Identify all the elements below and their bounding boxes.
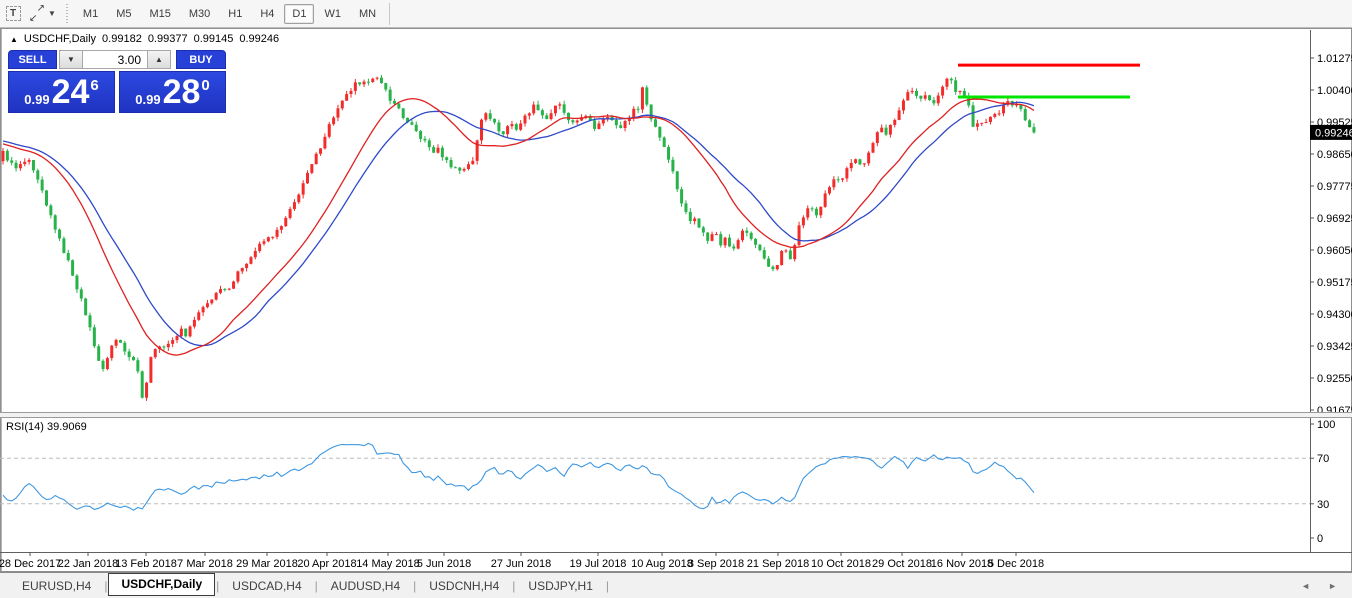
chart-tab-eurusd-h4[interactable]: EURUSD,H4 [10, 576, 103, 596]
chart-tab-usdcad-h4[interactable]: USDCAD,H4 [220, 576, 313, 596]
timeframe-button-m1[interactable]: M1 [75, 4, 106, 24]
chart-tab-usdcnh-h4[interactable]: USDCNH,H4 [417, 576, 511, 596]
date-axis[interactable] [0, 552, 1310, 572]
sell-button[interactable]: SELL [8, 50, 57, 69]
rsi-indicator-label: RSI(14) 39.9069 [6, 421, 87, 433]
sell-price-sup: 6 [90, 77, 98, 94]
price-axis[interactable] [1310, 30, 1352, 552]
timeframe-button-d1[interactable]: D1 [284, 4, 314, 24]
rsi-value: 39.9069 [47, 421, 87, 433]
symbol-label: USDCHF,Daily [24, 33, 96, 45]
ohlc-low: 0.99145 [194, 33, 234, 45]
one-click-trade-panel: SELL ▼ ▲ BUY 0.99 24 6 0.99 28 0 [8, 50, 226, 113]
ma-slow-line [3, 102, 1034, 345]
timeframe-button-m5[interactable]: M5 [108, 4, 139, 24]
tab-scroll-right-icon[interactable]: ► [1319, 581, 1346, 591]
pane-splitter[interactable] [0, 412, 1352, 418]
dropdown-caret-icon[interactable]: ▼ [48, 9, 56, 18]
text-tool-icon: T [6, 6, 21, 21]
chart-tab-audusd-h4[interactable]: AUDUSD,H4 [319, 576, 412, 596]
volume-input[interactable] [83, 50, 147, 69]
tabs: EURUSD,H4|USDCHF,Daily|USDCAD,H4|AUDUSD,… [10, 575, 610, 596]
tab-separator: | [605, 579, 610, 593]
toolbar-separator [389, 3, 390, 25]
timeframe-button-m30[interactable]: M30 [181, 4, 218, 24]
chart-tab-bar: EURUSD,H4|USDCHF,Daily|USDCAD,H4|AUDUSD,… [0, 572, 1352, 598]
volume-increase-button[interactable]: ▲ [147, 50, 171, 69]
buy-button[interactable]: BUY [176, 50, 226, 69]
timeframe-button-w1[interactable]: W1 [316, 4, 349, 24]
toolbar: T ↗↙ ▼ M1M5M15M30H1H4D1W1MN [0, 0, 1352, 28]
ohlc-open: 0.99182 [102, 33, 142, 45]
toolbar-drag-handle[interactable] [65, 4, 70, 24]
ohlc-high: 0.99377 [148, 33, 188, 45]
rsi-name: RSI(14) [6, 421, 44, 433]
volume-control: ▼ ▲ [59, 50, 173, 69]
text-tool-button[interactable]: T [2, 3, 24, 25]
mt4-window: T ↗↙ ▼ M1M5M15M30H1H4D1W1MN 1.012751.004… [0, 0, 1352, 598]
ma-fast-line [3, 99, 1034, 356]
timeframe-button-h1[interactable]: H1 [220, 4, 250, 24]
buy-price-prefix: 0.99 [135, 92, 160, 107]
sell-price-big: 24 [52, 73, 90, 111]
chart-title: ▲ USDCHF,Daily 0.99182 0.99377 0.99145 0… [10, 33, 279, 45]
buy-price-box[interactable]: 0.99 28 0 [119, 71, 226, 113]
collapse-icon[interactable]: ▲ [10, 35, 18, 44]
tab-scroll-left-icon[interactable]: ◄ [1292, 581, 1319, 591]
ohlc-close: 0.99246 [239, 33, 279, 45]
timeframe-button-m15[interactable]: M15 [141, 4, 178, 24]
timeframe-button-h4[interactable]: H4 [252, 4, 282, 24]
chart-tab-usdjpy-h1[interactable]: USDJPY,H1 [516, 576, 604, 596]
buy-price-sup: 0 [201, 77, 209, 94]
candles-group [2, 75, 1036, 401]
diagonal-arrows-icon: ↗↙ [29, 6, 45, 22]
move-tool-button[interactable]: ↗↙ ▼ [28, 3, 57, 25]
sell-price-box[interactable]: 0.99 24 6 [8, 71, 115, 113]
buy-price-big: 28 [163, 73, 201, 111]
timeframe-buttons: M1M5M15M30H1H4D1W1MN [74, 4, 385, 24]
chart-tab-usdchf-daily[interactable]: USDCHF,Daily [108, 573, 215, 596]
timeframe-button-mn[interactable]: MN [351, 4, 384, 24]
volume-decrease-button[interactable]: ▼ [59, 50, 83, 69]
rsi-line [3, 443, 1034, 510]
sell-price-prefix: 0.99 [24, 92, 49, 107]
